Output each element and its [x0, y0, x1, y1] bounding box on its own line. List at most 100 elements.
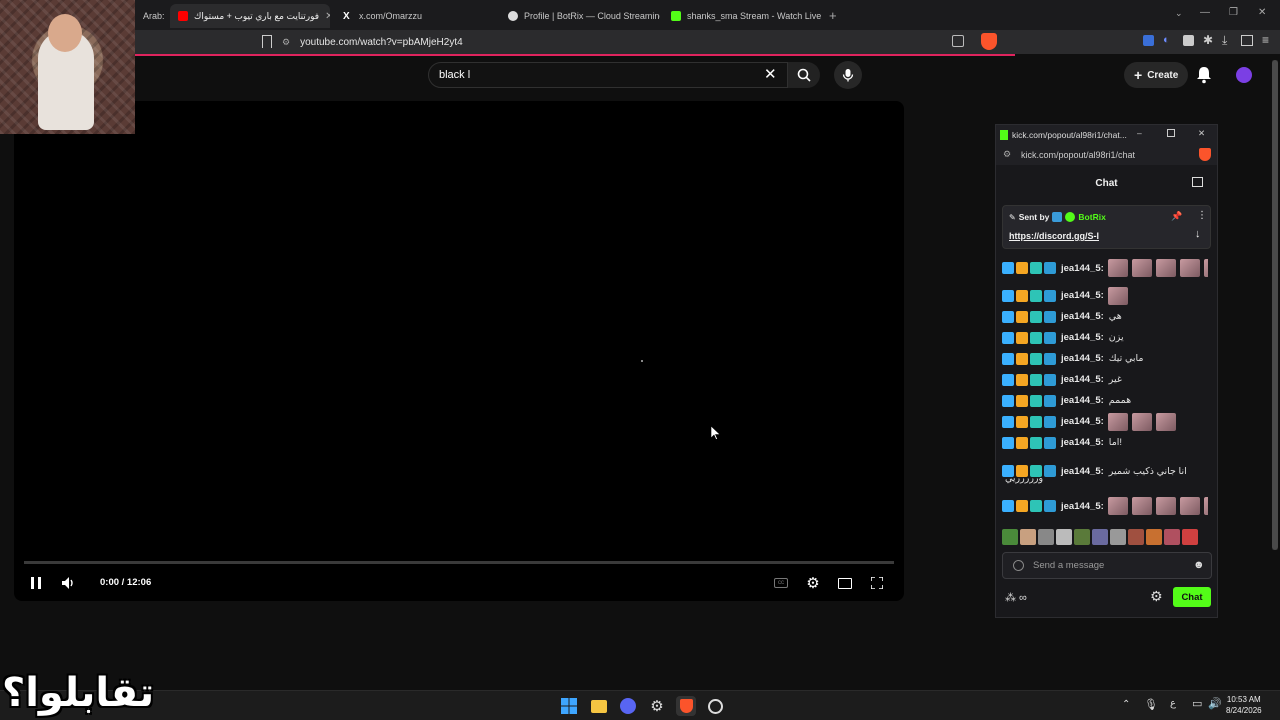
extension-icon[interactable] — [1183, 35, 1194, 46]
bot-badge-icon[interactable] — [1044, 331, 1056, 344]
system-clock[interactable]: 10:53 AM 8/24/2026 — [1226, 694, 1262, 716]
tab-arab[interactable]: Arab: — [135, 4, 165, 28]
crown-badge-icon[interactable] — [1016, 436, 1028, 449]
emote-thumbnail[interactable] — [1146, 529, 1162, 545]
tab-x[interactable]: X x.com/Omarzzu — [335, 4, 495, 28]
gift-badge-icon[interactable] — [1030, 262, 1042, 274]
sub-badge-icon[interactable] — [1002, 289, 1014, 302]
sub-badge-icon[interactable] — [1002, 436, 1014, 449]
cast-icon[interactable] — [952, 35, 964, 47]
microphone-icon[interactable]: 🎙 — [1144, 698, 1158, 711]
extension-icon[interactable] — [1143, 35, 1154, 46]
chat-message[interactable]: jea144_5: غير — [1002, 369, 1208, 390]
emote-thumbnail[interactable] — [1182, 529, 1198, 545]
gift-badge-icon[interactable] — [1030, 310, 1042, 323]
sub-badge-icon[interactable] — [1002, 500, 1014, 512]
sub-badge-icon[interactable] — [1002, 394, 1014, 407]
bookmark-icon[interactable] — [262, 35, 272, 48]
puzzle-icon[interactable]: ✱ — [1203, 33, 1213, 47]
chat-username[interactable]: jea144_5: — [1061, 437, 1104, 448]
crown-badge-icon[interactable] — [1016, 415, 1028, 428]
bot-badge-icon[interactable] — [1044, 415, 1056, 428]
chat-message[interactable]: jea144_5: هي — [1002, 306, 1208, 327]
speaker-icon[interactable]: 🔊 — [1208, 697, 1222, 710]
crown-badge-icon[interactable] — [1016, 373, 1028, 386]
maximize-icon[interactable] — [1167, 129, 1175, 137]
chat-emote[interactable] — [1107, 412, 1128, 431]
brave-shield-icon[interactable] — [1199, 148, 1211, 161]
emote-thumbnail[interactable] — [1128, 529, 1144, 545]
new-tab-icon[interactable]: + — [829, 8, 837, 23]
tab-list-icon[interactable]: ⌄ — [1175, 8, 1183, 19]
wallet-icon[interactable]: ◐ — [1163, 34, 1170, 46]
chat-message[interactable]: jea144_5: يزن — [1002, 327, 1208, 348]
chat-emote[interactable] — [1155, 497, 1176, 515]
gift-badge-icon[interactable] — [1030, 394, 1042, 407]
gift-badge-icon[interactable] — [1030, 331, 1042, 344]
gift-badge-icon[interactable] — [1030, 500, 1042, 512]
captions-button[interactable]: cc — [771, 573, 791, 593]
crown-badge-icon[interactable] — [1016, 289, 1028, 302]
crown-badge-icon[interactable] — [1016, 500, 1028, 512]
message-input[interactable]: Send a message ☻ — [1002, 552, 1212, 579]
bot-badge-icon[interactable] — [1044, 310, 1056, 323]
pinned-link[interactable]: https://discord.gg/S-I — [1009, 231, 1099, 241]
gift-badge-icon[interactable] — [1030, 289, 1042, 302]
gift-badge-icon[interactable] — [1030, 373, 1042, 386]
emoji-icon[interactable]: ☻ — [1193, 559, 1205, 571]
emote-thumbnail[interactable] — [1038, 529, 1054, 545]
scrollbar-thumb[interactable] — [1272, 60, 1278, 550]
download-icon[interactable]: ⤓ — [1222, 33, 1227, 48]
emote-thumbnail[interactable] — [1092, 529, 1108, 545]
discord-button[interactable] — [618, 696, 638, 716]
restore-icon[interactable]: ❐ — [1229, 7, 1238, 18]
chat-username[interactable]: jea144_5: — [1061, 501, 1104, 512]
sidebar-icon[interactable] — [1241, 35, 1253, 46]
search-button[interactable] — [788, 62, 820, 88]
progress-bar[interactable] — [24, 561, 894, 564]
chat-emote[interactable] — [1107, 286, 1128, 305]
gear-icon[interactable]: ⚙ — [1150, 588, 1163, 605]
close-window-icon[interactable]: ✕ — [1258, 7, 1266, 18]
chat-message[interactable]: jea144_5: هممم — [1002, 390, 1208, 411]
crown-badge-icon[interactable] — [1016, 394, 1028, 407]
chat-emote[interactable] — [1179, 259, 1200, 277]
bot-badge-icon[interactable] — [1044, 289, 1056, 302]
crown-badge-icon[interactable] — [1016, 310, 1028, 323]
tab-youtube[interactable]: فورتنايت مع باري تيوب + مستواك ✕ — [170, 4, 330, 28]
video-player[interactable]: 0:00 / 12:06 cc ⚙ — [14, 101, 904, 601]
chat-username[interactable]: jea144_5: — [1061, 332, 1104, 343]
url-field[interactable]: ⚙ youtube.com/watch?v=pbAMjeH2yt4 — [282, 33, 1002, 51]
emote-thumbnail[interactable] — [1020, 529, 1036, 545]
more-options-icon[interactable]: ⋮ — [1197, 210, 1207, 221]
sub-badge-icon[interactable] — [1002, 331, 1014, 344]
chat-emote[interactable] — [1155, 259, 1176, 277]
brave-shield-icon[interactable] — [981, 33, 997, 50]
sub-badge-icon[interactable] — [1002, 352, 1014, 365]
emote-thumbnail[interactable] — [1164, 529, 1180, 545]
create-button[interactable]: + Create — [1124, 62, 1189, 88]
chat-settings-icon[interactable] — [1013, 560, 1024, 571]
chat-username[interactable]: jea144_5: — [1061, 466, 1104, 477]
obs-button[interactable] — [705, 696, 725, 716]
emote-thumbnail[interactable] — [1056, 529, 1072, 545]
chat-username[interactable]: jea144_5: — [1061, 290, 1104, 301]
gift-badge-icon[interactable] — [1030, 436, 1042, 449]
site-settings-icon[interactable]: ⚙ — [1003, 149, 1011, 160]
bot-badge-icon[interactable] — [1044, 262, 1056, 274]
tab-botrix[interactable]: Profile | BotRix — Cloud Streaming B — [500, 4, 660, 28]
bot-badge-icon[interactable] — [1044, 394, 1056, 407]
chat-message[interactable]: jea144_5: اما! — [1002, 432, 1208, 453]
chat-emote[interactable] — [1203, 497, 1208, 515]
chat-emote[interactable] — [1203, 259, 1208, 277]
bot-badge-icon[interactable] — [1044, 373, 1056, 386]
chat-username[interactable]: jea144_5: — [1061, 263, 1104, 274]
crown-badge-icon[interactable] — [1016, 262, 1028, 274]
chat-emote[interactable] — [1155, 412, 1176, 431]
kick-url-bar[interactable]: ⚙ kick.com/popout/al98ri1/chat — [996, 145, 1217, 165]
chat-emote[interactable] — [1107, 497, 1128, 515]
gift-icon[interactable] — [1192, 177, 1203, 187]
menu-icon[interactable]: ≡ — [1262, 33, 1269, 47]
tray-chevron-icon[interactable]: ⌃ — [1122, 699, 1130, 710]
chat-message[interactable]: jea144_5: انا جاني ذكيب شمير وررررريي — [1002, 453, 1208, 489]
